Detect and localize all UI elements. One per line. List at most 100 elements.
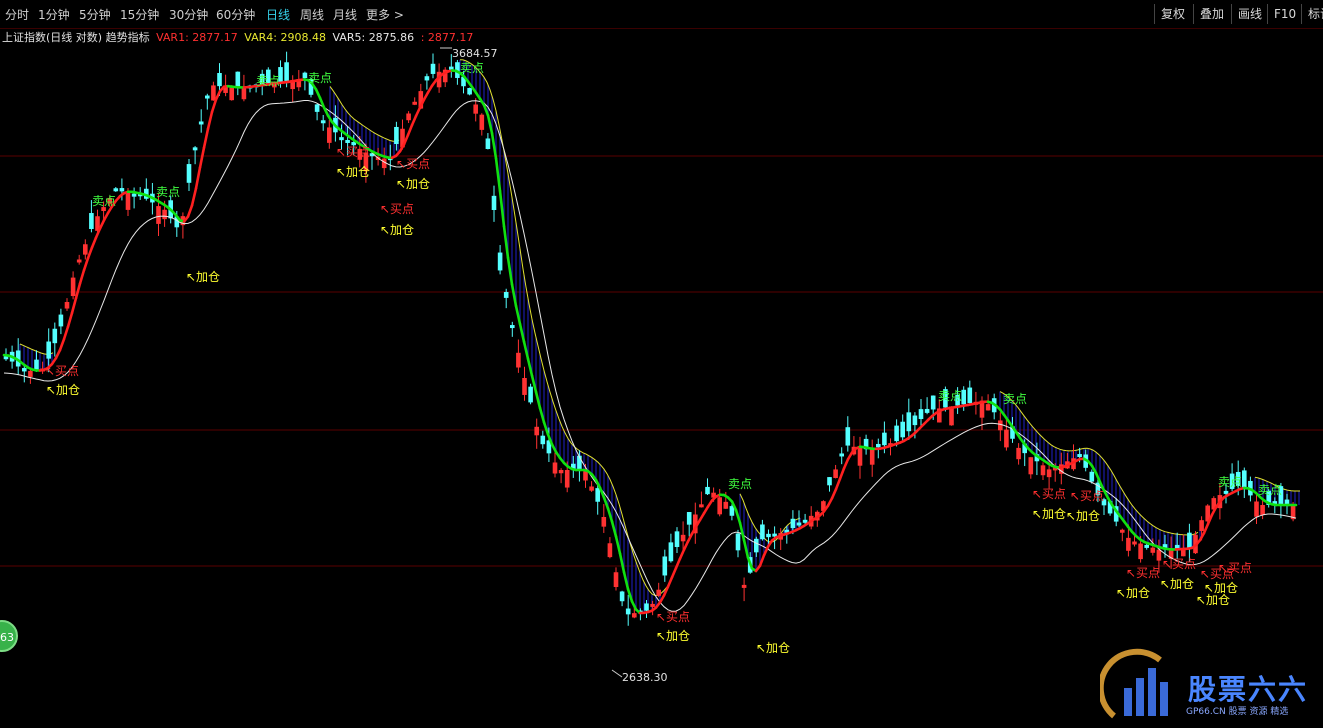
candle-body — [870, 449, 875, 464]
more-menu[interactable]: 更多 > — [366, 6, 404, 23]
candle-body — [53, 329, 58, 343]
candle-body — [480, 115, 485, 130]
candle-body — [736, 533, 741, 550]
sell-signal-label: 卖点 — [938, 389, 962, 403]
add-position-label: ↖加仓 — [756, 641, 790, 655]
tab-1min[interactable]: 1分钟 — [38, 6, 70, 23]
add-position-label: ↖加仓 — [1160, 577, 1194, 591]
candle-body — [1132, 542, 1137, 545]
candle-body — [89, 213, 94, 229]
candle-body — [663, 556, 668, 575]
candle-body — [913, 416, 918, 426]
tab-daily[interactable]: 日线 — [266, 6, 290, 23]
candle-body — [608, 543, 613, 557]
candle-body — [589, 487, 594, 491]
tab-intraday[interactable]: 分时 — [5, 6, 29, 23]
candle-body — [534, 427, 539, 436]
ma-fast-segment — [324, 107, 328, 115]
f10-button[interactable]: F10 — [1267, 4, 1302, 24]
candle-body — [321, 120, 326, 123]
candle-body — [193, 147, 198, 150]
ma-fast-segment — [676, 559, 680, 568]
candle-body — [669, 542, 674, 561]
ma-fast-segment — [316, 89, 320, 98]
draw-button[interactable]: 画线 — [1231, 4, 1270, 24]
candle-body — [431, 64, 436, 74]
tab-monthly[interactable]: 月线 — [333, 6, 357, 23]
ma-fast-segment — [72, 298, 76, 313]
candle-body — [1126, 538, 1131, 551]
ma-fast-segment — [664, 587, 668, 596]
candle-body — [986, 404, 991, 410]
add-position-label: ↖加仓 — [1066, 509, 1100, 523]
buy-signal-label: ↖买点 — [1162, 557, 1196, 571]
candle-body — [1144, 545, 1149, 548]
tab-weekly[interactable]: 周线 — [300, 6, 324, 23]
candle-body — [705, 487, 710, 494]
candle-body — [516, 353, 521, 368]
band-edge-line — [330, 86, 399, 141]
tab-60min[interactable]: 60分钟 — [216, 6, 255, 23]
ma-fast-segment — [60, 339, 64, 350]
buy-signal-label: ↖买点 — [396, 157, 430, 171]
candle-body — [650, 604, 655, 607]
tab-5min[interactable]: 5分钟 — [79, 6, 111, 23]
var4-label: VAR4: — [244, 31, 277, 44]
var5-label: VAR5: — [332, 31, 365, 44]
candle-body — [1077, 454, 1082, 457]
candle-body — [156, 206, 161, 224]
candle-body — [187, 164, 192, 183]
add-position-label: ↖加仓 — [1204, 581, 1238, 595]
candle-body — [1029, 457, 1034, 474]
ma-fast-segment — [100, 220, 104, 228]
ma-fast-segment — [68, 313, 72, 327]
candle-body — [1041, 465, 1046, 475]
candlestick-chart[interactable]: 卖点卖点卖点卖点卖点卖点卖点卖点卖点卖点↖买点↖买点↖买点↖买点↖买点↖买点↖买… — [0, 44, 1323, 726]
indicator-info-bar: 上证指数(日线 对数) 趋势指标 VAR1: 2877.17 VAR4: 290… — [2, 29, 476, 43]
candle-body — [894, 426, 899, 442]
candle-body — [394, 127, 399, 144]
candle-body — [528, 387, 533, 403]
candle-body — [675, 531, 680, 547]
candle-body — [699, 504, 704, 507]
add-position-label: ↖加仓 — [186, 270, 220, 284]
candle-body — [968, 388, 973, 403]
candle-body — [1090, 472, 1095, 482]
candle-body — [846, 427, 851, 445]
candle-body — [467, 88, 472, 94]
logo-icon — [1100, 648, 1186, 724]
candle-body — [114, 188, 119, 191]
add-position-label: ↖加仓 — [1196, 593, 1230, 607]
sell-signal-label: 卖点 — [728, 477, 752, 491]
candle-body — [211, 85, 216, 100]
candle-body — [71, 278, 76, 296]
ma-fast-segment — [56, 350, 60, 358]
candle-body — [339, 137, 344, 140]
candle-body — [1242, 470, 1247, 489]
sell-signal-label: 卖点 — [92, 194, 116, 208]
ma-fast-segment — [76, 284, 80, 299]
var5-value: 2875.86 — [369, 31, 415, 44]
ma-fast-segment — [64, 327, 68, 339]
low-price-label: 2638.30 — [622, 671, 668, 684]
candle-body — [760, 524, 765, 539]
candle-body — [1047, 469, 1052, 477]
tab-30min[interactable]: 30分钟 — [169, 6, 208, 23]
candle-body — [931, 396, 936, 410]
adjust-button[interactable]: 复权 — [1154, 4, 1197, 24]
candle-body — [614, 572, 619, 587]
tab-15min[interactable]: 15分钟 — [120, 6, 159, 23]
ma-fast-segment — [208, 112, 212, 129]
mark-button[interactable]: 标记 — [1301, 4, 1323, 24]
buy-signal-label: ↖买点 — [45, 364, 79, 378]
ma-fast-segment — [192, 188, 196, 205]
candle-body — [565, 470, 570, 488]
ma-fast-segment — [200, 148, 204, 168]
candle-body — [46, 342, 51, 359]
add-position-label: ↖加仓 — [656, 629, 690, 643]
overlay-button[interactable]: 叠加 — [1193, 4, 1236, 24]
candle-body — [498, 253, 503, 271]
candle-body — [522, 378, 527, 395]
ma-fast-segment — [204, 129, 208, 148]
add-position-label: ↖加仓 — [1032, 507, 1066, 521]
